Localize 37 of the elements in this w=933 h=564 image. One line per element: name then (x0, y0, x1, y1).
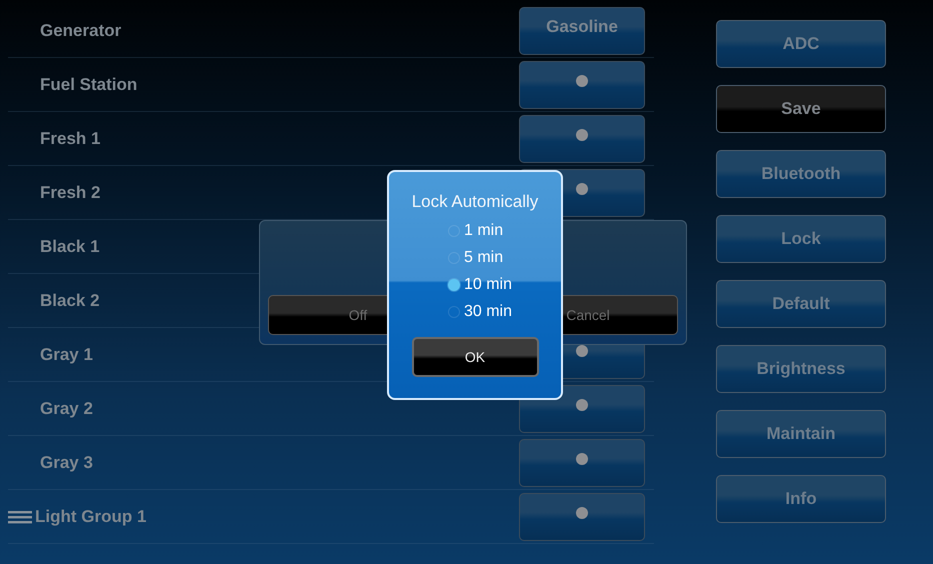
option-label[interactable]: 1 min (464, 220, 504, 241)
menu-button[interactable]: Brightness (716, 345, 886, 393)
dot-icon (576, 128, 588, 140)
item-label: Black 1 (40, 236, 100, 256)
ok-button[interactable]: OK (412, 337, 538, 377)
item-label: Fresh 1 (40, 128, 100, 148)
dialog-title: Lock Automically (412, 192, 538, 212)
menu-button[interactable]: Maintain (716, 410, 886, 458)
dot-icon (576, 398, 588, 410)
option-label[interactable]: 10 min (464, 274, 512, 295)
item-label: Black 2 (40, 290, 100, 310)
item-label: Fuel Station (40, 74, 138, 94)
menu-button[interactable]: Default (716, 280, 886, 328)
toggle-button[interactable] (519, 438, 645, 486)
group-label: Light Group 1 (35, 506, 146, 526)
menu-icon[interactable] (8, 510, 32, 524)
menu-button[interactable]: Bluetooth (716, 150, 886, 198)
item-label: Gray 1 (40, 344, 93, 364)
item-label: Gray 3 (40, 452, 93, 472)
dot-icon (576, 182, 588, 194)
item-label: Fresh 2 (40, 182, 100, 202)
toggle-button[interactable] (519, 114, 645, 162)
dot-icon (576, 344, 588, 356)
toggle-button[interactable] (519, 492, 645, 540)
item-label: Gray 2 (40, 398, 93, 418)
menu-button[interactable]: Save (716, 85, 886, 133)
item-label: Generator (40, 20, 122, 40)
dot-icon (576, 506, 588, 518)
dot-icon (576, 74, 588, 86)
radio-button[interactable] (448, 278, 460, 290)
dot-icon (576, 452, 588, 464)
menu-button[interactable]: Info (716, 475, 886, 523)
menu-button[interactable]: ADC (716, 20, 886, 68)
menu-button[interactable]: Lock (716, 215, 886, 263)
toggle-button[interactable]: Gasoline (519, 6, 645, 54)
option-label[interactable]: 5 min (464, 247, 504, 268)
toggle-button[interactable] (519, 60, 645, 108)
